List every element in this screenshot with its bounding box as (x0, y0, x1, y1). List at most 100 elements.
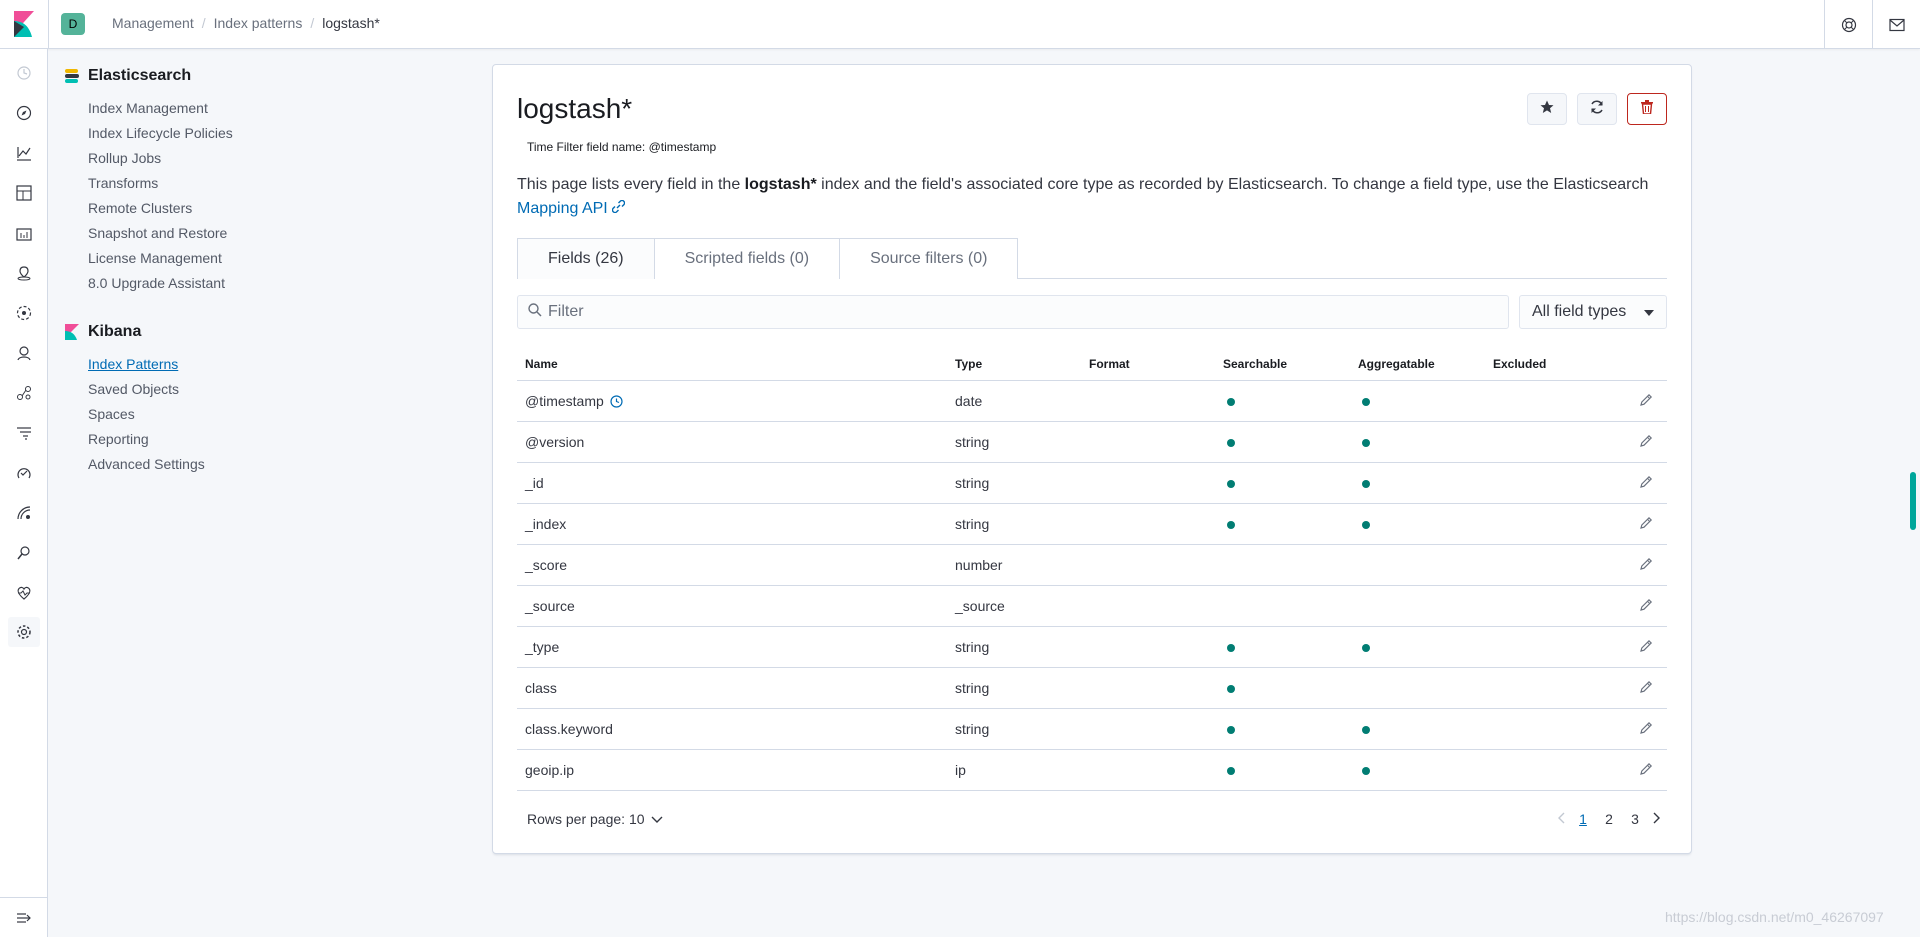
tab-fields[interactable]: Fields (26) (517, 238, 655, 279)
column-header-name[interactable]: Name (517, 357, 955, 371)
table-row: class.keyword string (517, 709, 1667, 750)
help-icon[interactable] (1824, 0, 1872, 49)
management-icon[interactable] (8, 617, 40, 647)
scrollbar-thumb[interactable] (1910, 472, 1916, 530)
table-row: _source _source (517, 586, 1667, 627)
cell-actions (1613, 639, 1667, 656)
breadcrumb-management[interactable]: Management (112, 15, 194, 31)
cell-type: date (955, 393, 983, 409)
field-tabs: Fields (26) Scripted fields (0) Source f… (517, 238, 1667, 279)
star-icon (1540, 100, 1554, 119)
edit-pencil-icon[interactable] (1639, 557, 1653, 574)
cell-aggregatable (1358, 721, 1493, 737)
collapse-nav-icon[interactable] (0, 897, 48, 937)
cell-actions (1613, 680, 1667, 697)
searchable-dot-icon (1227, 726, 1235, 734)
clock-icon[interactable] (12, 61, 36, 85)
kibana-logo-icon[interactable] (12, 11, 36, 37)
edit-pencil-icon[interactable] (1639, 639, 1653, 656)
chevron-left-icon[interactable] (1557, 811, 1565, 827)
field-name: class.keyword (525, 721, 613, 737)
filter-field (517, 295, 1509, 329)
maps-icon[interactable] (12, 261, 36, 285)
cell-name: class.keyword (517, 721, 955, 737)
table-body: @timestamp date @version string _id string _in… (517, 381, 1667, 791)
sidenav-item-snapshot-and-restore[interactable]: Snapshot and Restore (64, 221, 304, 246)
filter-input[interactable] (548, 303, 1448, 321)
field-name: _score (525, 557, 568, 573)
field-type-select-value: All field types (1532, 303, 1627, 320)
fields-table: Name Type Format Searchable Aggregatable… (517, 347, 1667, 791)
edit-pencil-icon[interactable] (1639, 393, 1653, 410)
edit-pencil-icon[interactable] (1639, 598, 1653, 615)
ml-icon[interactable] (12, 301, 36, 325)
dev-tools-icon[interactable] (12, 541, 36, 565)
rows-per-page-label: Rows per page: 10 (527, 811, 645, 827)
edit-pencil-icon[interactable] (1639, 680, 1653, 697)
graph-icon[interactable] (12, 381, 36, 405)
kibana-logo-icon (64, 324, 80, 340)
canvas-icon[interactable] (12, 221, 36, 245)
breadcrumb-index-patterns[interactable]: Index patterns (214, 15, 303, 31)
page-button-2[interactable]: 2 (1601, 811, 1617, 827)
cell-actions (1613, 516, 1667, 533)
page-description: This page lists every field in the logst… (517, 173, 1667, 221)
sidenav-item-rollup-jobs[interactable]: Rollup Jobs (64, 146, 304, 171)
tab-source-filters[interactable]: Source filters (0) (839, 238, 1019, 279)
sidenav-item-reporting[interactable]: Reporting (64, 427, 304, 452)
sidenav-item-spaces[interactable]: Spaces (64, 402, 304, 427)
set-default-button[interactable] (1527, 93, 1567, 125)
searchable-dot-icon (1227, 398, 1235, 406)
column-header-searchable[interactable]: Searchable (1223, 357, 1358, 371)
column-header-excluded[interactable]: Excluded (1493, 357, 1613, 371)
siem-icon[interactable] (12, 341, 36, 365)
sidenav-item-advanced-settings[interactable]: Advanced Settings (64, 452, 304, 477)
chevron-right-icon[interactable] (1653, 811, 1661, 827)
delete-index-pattern-button[interactable] (1627, 93, 1667, 125)
rows-per-page-button[interactable]: Rows per page: 10 (517, 811, 663, 827)
page-button-1[interactable]: 1 (1575, 811, 1591, 827)
edit-pencil-icon[interactable] (1639, 475, 1653, 492)
cell-searchable (1223, 680, 1358, 696)
sidenav-group-kibana: Kibana Index Patterns Saved Objects Spac… (64, 320, 304, 477)
sidenav-item-upgrade-assistant[interactable]: 8.0 Upgrade Assistant (64, 271, 304, 296)
table-row: @timestamp date (517, 381, 1667, 422)
refresh-icon (1590, 99, 1604, 119)
monitoring-icon[interactable] (12, 581, 36, 605)
sidenav-item-remote-clusters[interactable]: Remote Clusters (64, 196, 304, 221)
uptime-icon[interactable] (12, 461, 36, 485)
aggregatable-dot-icon (1362, 726, 1370, 734)
edit-pencil-icon[interactable] (1639, 721, 1653, 738)
sidenav-item-saved-objects[interactable]: Saved Objects (64, 377, 304, 402)
space-avatar[interactable]: D (61, 13, 85, 35)
sidenav-item-index-lifecycle-policies[interactable]: Index Lifecycle Policies (64, 121, 304, 146)
dashboard-icon[interactable] (12, 181, 36, 205)
edit-pencil-icon[interactable] (1639, 516, 1653, 533)
cell-aggregatable (1358, 434, 1493, 450)
searchable-dot-icon (1227, 767, 1235, 775)
compass-icon[interactable] (12, 101, 36, 125)
logs-icon[interactable] (12, 501, 36, 525)
sidenav-item-license-management[interactable]: License Management (64, 246, 304, 271)
visualize-icon[interactable] (12, 141, 36, 165)
edit-pencil-icon[interactable] (1639, 762, 1653, 779)
column-header-aggregatable[interactable]: Aggregatable (1358, 357, 1493, 371)
column-header-type[interactable]: Type (955, 357, 1089, 371)
sidenav-item-index-management[interactable]: Index Management (64, 96, 304, 121)
column-header-format[interactable]: Format (1089, 357, 1223, 371)
sidenav-item-transforms[interactable]: Transforms (64, 171, 304, 196)
breadcrumb-separator: / (310, 15, 315, 31)
table-row: geoip.ip ip (517, 750, 1667, 791)
apm-icon[interactable] (12, 421, 36, 445)
field-name: @timestamp (525, 393, 604, 409)
field-name: geoip.ip (525, 762, 575, 778)
edit-pencil-icon[interactable] (1639, 434, 1653, 451)
newsfeed-icon[interactable] (1872, 0, 1920, 49)
refresh-fields-button[interactable] (1577, 93, 1617, 125)
field-type-select[interactable]: All field types (1519, 295, 1667, 329)
clock-icon (610, 394, 623, 408)
page-button-3[interactable]: 3 (1627, 811, 1643, 827)
mapping-api-link[interactable]: Mapping API (517, 199, 626, 217)
tab-scripted-fields[interactable]: Scripted fields (0) (653, 238, 841, 279)
sidenav-item-index-patterns[interactable]: Index Patterns (64, 352, 304, 377)
